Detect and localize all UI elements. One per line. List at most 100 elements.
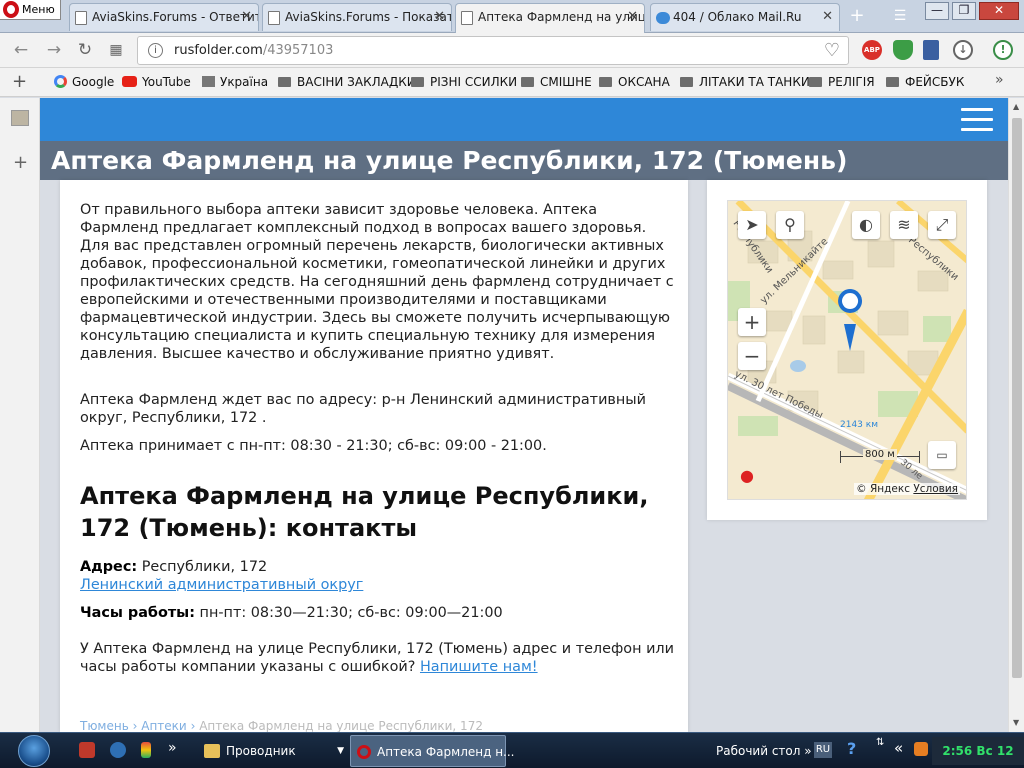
bookmark-folder-rizni[interactable]: РІЗНІ ССИЛКИ xyxy=(411,75,517,89)
close-tab-icon[interactable]: ✕ xyxy=(627,4,638,30)
browser-tab-bar: Меню AviaSkins.Forums - Ответить ✕ AviaS… xyxy=(0,0,1024,33)
opera-menu-button[interactable]: Меню xyxy=(0,0,61,20)
scroll-down-icon[interactable]: ▼ xyxy=(1013,718,1019,727)
bookmark-folder-feisbuk[interactable]: ФЕЙСБУК xyxy=(886,75,964,89)
bookmark-ukraine[interactable]: Україна xyxy=(202,75,268,89)
system-clock[interactable]: 2:56 Вс 12 xyxy=(932,737,1024,765)
quicklaunch-app-icon[interactable] xyxy=(79,742,95,758)
bookmark-label: РІЗНІ ССИЛКИ xyxy=(430,75,518,89)
write-us-link[interactable]: Напишите нам! xyxy=(420,659,538,675)
site-info-icon[interactable]: i xyxy=(148,43,163,58)
district-link[interactable]: Ленинский административный округ xyxy=(80,577,363,593)
bookmark-folder-religiya[interactable]: РЕЛІГІЯ xyxy=(809,75,875,89)
fullscreen-icon[interactable]: ⤢ xyxy=(928,211,956,239)
more-bookmarks-icon[interactable]: » xyxy=(995,72,1004,88)
map-search-icon[interactable]: ⚲ xyxy=(776,211,804,239)
address-url[interactable]: rusfolder.com/43957103 xyxy=(174,43,333,58)
adblock-plus-icon[interactable]: ABP xyxy=(862,40,882,60)
folder-icon xyxy=(599,77,612,87)
desktop-more-icon: » xyxy=(804,744,812,758)
extension-book-icon[interactable] xyxy=(923,40,939,60)
terms-link[interactable]: Условия xyxy=(913,483,958,495)
hours-row: Часы работы: пн-пт: 08:30—21:30; сб-вс: … xyxy=(80,604,675,622)
folder-icon xyxy=(278,77,291,87)
address-bar[interactable]: i rusfolder.com/43957103 ♡ xyxy=(137,36,849,65)
locate-arrow-icon[interactable]: ➤ xyxy=(738,211,766,239)
tab-menu-icon[interactable]: ☰ xyxy=(889,5,911,27)
download-icon[interactable]: ↓ xyxy=(953,40,973,60)
back-arrow-icon[interactable]: ← xyxy=(11,41,31,59)
page-title-bar: Аптека Фармленд на улице Республики, 172… xyxy=(40,141,1008,180)
shield-extension-icon[interactable] xyxy=(893,40,913,60)
help-icon[interactable]: ? xyxy=(847,739,856,758)
new-tab-icon[interactable]: + xyxy=(846,5,868,27)
map-pin-icon[interactable]: ● xyxy=(738,466,756,486)
bookmark-google[interactable]: Google xyxy=(54,75,114,89)
close-window-button[interactable]: ✕ xyxy=(979,2,1019,20)
tab-cloud-mail[interactable]: 404 / Облако Mail.Ru ✕ xyxy=(650,3,840,31)
folder-icon xyxy=(809,77,822,87)
page-scrollbar[interactable]: ▲ ▼ xyxy=(1008,98,1024,732)
web-page: Аптека Фармленд на улице Республики, 172… xyxy=(40,98,1008,732)
taskbar-browser-window[interactable]: Аптека Фармленд н... xyxy=(350,735,515,767)
bookmark-folder-vasini[interactable]: ВАСІНИ ЗАКЛАДКИ xyxy=(278,75,416,89)
quicklaunch-browser-icon[interactable] xyxy=(110,742,126,758)
taskbar-explorer[interactable]: Проводник ▼ xyxy=(200,735,348,767)
tab-title: AviaSkins.Forums - Показать xyxy=(285,10,452,24)
bookmark-label: ФЕЙСБУК xyxy=(905,75,965,89)
zoom-in-icon[interactable]: + xyxy=(738,308,766,336)
close-tab-icon[interactable]: ✕ xyxy=(434,4,445,30)
add-bookmark-icon[interactable]: + xyxy=(12,71,27,92)
start-button[interactable] xyxy=(18,735,50,767)
sidebar-add-icon[interactable]: + xyxy=(13,152,28,173)
cloud-icon xyxy=(656,12,670,24)
reload-icon[interactable]: ↻ xyxy=(75,41,95,59)
update-status-icon[interactable]: ! xyxy=(993,40,1013,60)
traffic-icon[interactable]: ◐ xyxy=(852,211,880,239)
address-label: Адрес: xyxy=(80,559,138,575)
map-widget: ул. Мельникайте ул. 30 лет Победы Респуб… xyxy=(707,180,987,520)
tab-apteka-active[interactable]: Аптека Фармленд на улице ✕ xyxy=(455,3,645,33)
yandex-map[interactable]: ул. Мельникайте ул. 30 лет Победы Респуб… xyxy=(727,200,967,500)
zoom-out-icon[interactable]: − xyxy=(738,342,766,370)
scroll-thumb[interactable] xyxy=(1012,118,1022,678)
bookmark-folder-oksana[interactable]: ОКСАНА xyxy=(599,75,670,89)
contacts-heading: Аптека Фармленд на улице Республики, 172… xyxy=(80,482,649,542)
hamburger-menu-icon[interactable] xyxy=(961,108,993,132)
breadcrumb-pharmacies[interactable]: Аптеки xyxy=(141,719,186,732)
close-tab-icon[interactable]: ✕ xyxy=(822,4,833,30)
hours-value: пн-пт: 08:30—21:30; сб-вс: 09:00—21:00 xyxy=(199,605,503,621)
tab-title: AviaSkins.Forums - Ответить xyxy=(92,10,259,24)
bookmark-label: Google xyxy=(72,75,115,89)
bookmark-folder-litaky[interactable]: ЛІТАКИ ТА ТАНКИ xyxy=(680,75,810,89)
speed-dial-grid-icon[interactable]: ▦ xyxy=(106,41,126,59)
scroll-up-icon[interactable]: ▲ xyxy=(1013,102,1019,111)
quicklaunch-tool-icon[interactable] xyxy=(141,742,151,758)
minimize-window-button[interactable]: — xyxy=(925,2,949,20)
quicklaunch-more-icon[interactable]: » xyxy=(168,740,184,756)
page-icon xyxy=(75,11,87,25)
close-tab-icon[interactable]: ✕ xyxy=(241,4,252,30)
bookmark-label: ОКСАНА xyxy=(618,75,670,89)
scale-label: 800 м xyxy=(863,449,897,460)
tab-aviaskins-show[interactable]: AviaSkins.Forums - Показать ✕ xyxy=(262,3,452,31)
tray-app-icon[interactable] xyxy=(914,742,928,756)
tray-network-icon[interactable]: ⇅ xyxy=(876,737,884,748)
breadcrumb-city[interactable]: Тюмень xyxy=(80,719,129,732)
dropdown-arrow-icon: ▼ xyxy=(337,746,344,756)
copyright-text: © Яндекс xyxy=(856,483,911,495)
tab-aviaskins-reply[interactable]: AviaSkins.Forums - Ответить ✕ xyxy=(69,3,259,31)
bookmark-folder-smishne[interactable]: СМІШНЕ xyxy=(521,75,592,89)
bookmark-youtube[interactable]: YouTube xyxy=(122,75,191,89)
maximize-window-button[interactable]: ❐ xyxy=(952,2,976,20)
bookmark-heart-icon[interactable]: ♡ xyxy=(824,40,840,61)
language-indicator[interactable]: RU xyxy=(814,742,832,758)
ruler-icon[interactable]: ▭ xyxy=(928,441,956,469)
breadcrumb: Тюмень › Аптеки › Аптека Фармленд на ули… xyxy=(80,719,483,732)
forward-arrow-icon[interactable]: → xyxy=(44,41,64,59)
sidebar-thumbnail-icon[interactable] xyxy=(11,110,29,126)
layers-icon[interactable]: ≋ xyxy=(890,211,918,239)
desktop-toolbar[interactable]: Рабочий стол » xyxy=(692,735,812,767)
adblock-label: ABP xyxy=(864,46,880,54)
tray-expand-icon[interactable]: « xyxy=(894,739,903,757)
